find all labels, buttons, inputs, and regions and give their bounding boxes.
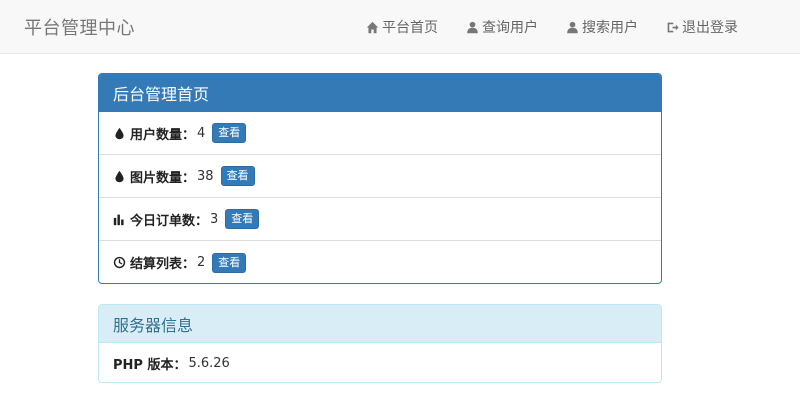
view-button[interactable]: 查看: [212, 123, 247, 143]
stat-label: 结算列表：: [130, 257, 196, 272]
stat-row-images: 图片数量： 38 查看: [99, 155, 661, 198]
user-icon: [467, 21, 478, 33]
view-button[interactable]: 查看: [212, 252, 247, 273]
nav-item-label: 搜索用户: [582, 20, 638, 36]
nav-item-label: 查询用户: [482, 20, 538, 36]
nav-item-search-users[interactable]: 搜索用户: [566, 17, 638, 37]
stat-value: 4: [197, 125, 206, 141]
nav-item-home[interactable]: 平台首页: [366, 17, 438, 37]
nav-item-label: 平台首页: [382, 20, 438, 36]
dashboard-panel-title: 后台管理首页: [99, 74, 661, 112]
dashboard-panel: 后台管理首页 用户数量： 4 查看 图片数量： 38 查看 今日订单数： 3 查…: [98, 73, 662, 284]
user-icon: [567, 21, 578, 33]
stat-row-settlements: 结算列表： 2 查看: [99, 241, 661, 283]
php-version-value: 5.6.26: [188, 355, 230, 371]
brand-title[interactable]: 平台管理中心: [24, 14, 135, 40]
logout-icon: [667, 22, 679, 32]
view-button[interactable]: 查看: [225, 209, 260, 229]
clock-icon: [113, 256, 126, 269]
nav-menu: 平台首页 查询用户 搜索用户 退出登录: [366, 0, 800, 54]
stat-label: 图片数量：: [130, 170, 196, 186]
server-info-panel: 服务器信息 PHP 版本： 5.6.26: [98, 304, 662, 383]
stat-value: 38: [197, 168, 214, 184]
tint-icon: [113, 127, 126, 140]
php-version-label: PHP 版本：: [113, 357, 187, 373]
nav-item-logout[interactable]: 退出登录: [666, 17, 738, 37]
server-info-title: 服务器信息: [99, 305, 661, 343]
top-navbar: 平台管理中心 平台首页 查询用户 搜索用户 退出登录: [0, 0, 800, 54]
tint-icon: [113, 170, 126, 183]
php-version-row: PHP 版本： 5.6.26: [99, 343, 661, 382]
stat-row-orders: 今日订单数： 3 查看: [99, 198, 661, 241]
stat-value: 2: [197, 255, 206, 270]
stat-value: 3: [210, 211, 219, 227]
stat-label: 今日订单数：: [130, 213, 209, 229]
view-button[interactable]: 查看: [220, 166, 255, 186]
home-icon: [366, 21, 379, 33]
nav-item-label: 退出登录: [682, 20, 738, 36]
stats-icon: [113, 213, 126, 226]
stat-row-users: 用户数量： 4 查看: [99, 112, 661, 155]
nav-item-query-users[interactable]: 查询用户: [466, 17, 538, 37]
stat-label: 用户数量：: [130, 127, 196, 143]
